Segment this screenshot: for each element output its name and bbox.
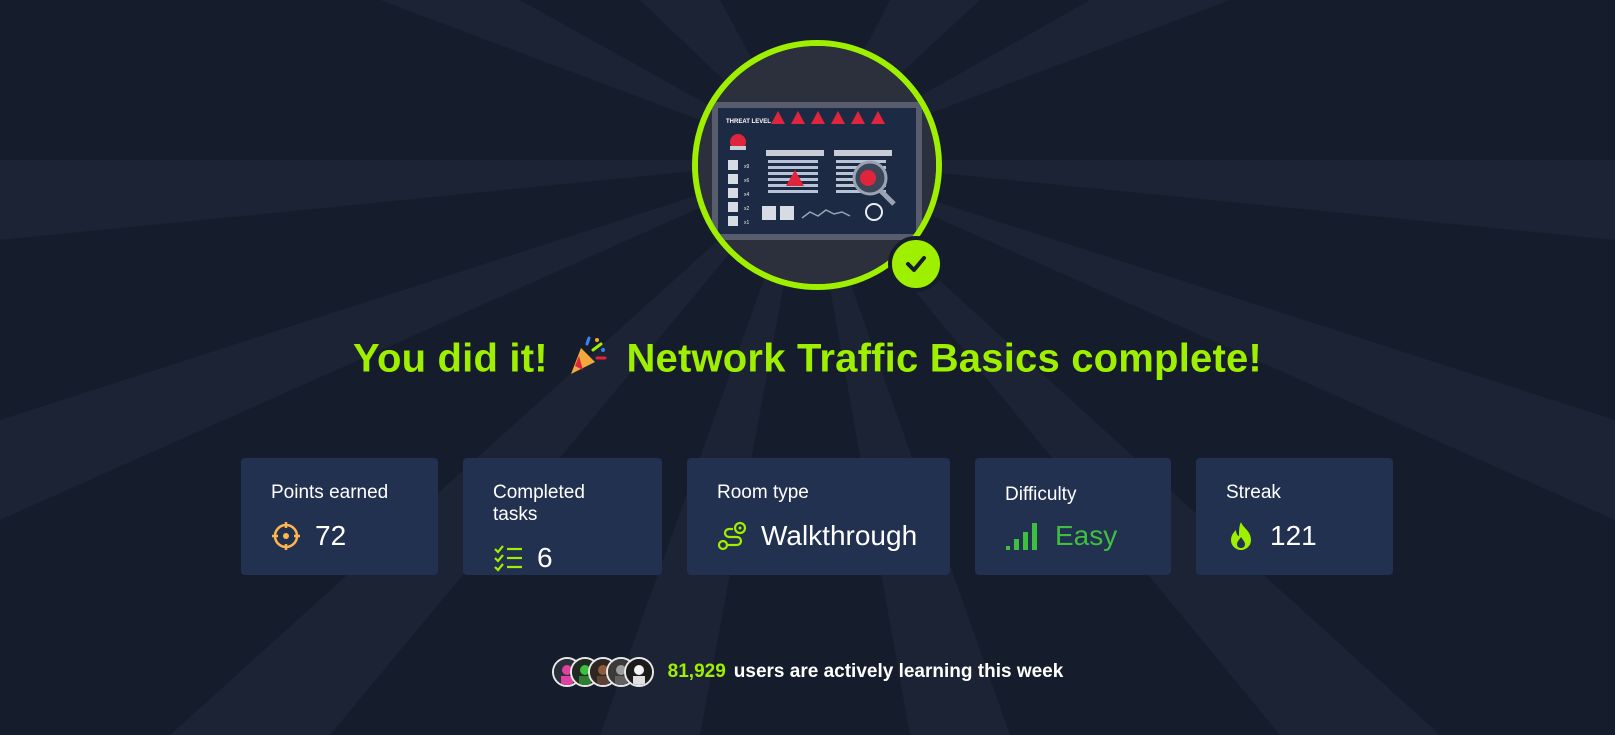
- avatar-stack: [551, 657, 654, 687]
- signal-bars-icon: [1005, 521, 1041, 551]
- stat-card-room-type: Room type Walkthrough: [687, 458, 950, 575]
- avatar: [623, 657, 654, 687]
- route-icon: [717, 521, 747, 551]
- stat-card-streak: Streak 121: [1196, 458, 1393, 575]
- svg-text:x2: x2: [744, 206, 750, 212]
- svg-text:x6: x6: [744, 178, 750, 184]
- check-icon: [888, 236, 944, 292]
- flame-icon: [1226, 521, 1256, 551]
- stat-value: Walkthrough: [761, 520, 918, 551]
- stats-row: Points earned 72 Completed tasks 6 Room …: [0, 458, 1615, 576]
- svg-text:x1: x1: [744, 220, 750, 226]
- svg-text:THREAT LEVEL: THREAT LEVEL: [726, 119, 771, 125]
- stat-value: 72: [315, 520, 347, 551]
- stat-value: 6: [537, 542, 553, 573]
- learner-count: 81,929: [667, 661, 726, 682]
- headline-prefix: You did it!: [353, 336, 548, 381]
- stat-card-tasks: Completed tasks 6: [463, 458, 662, 575]
- checklist-icon: [493, 543, 523, 573]
- completion-headline: You did it! Network Traffic Basics compl…: [0, 336, 1615, 386]
- svg-text:x4: x4: [744, 192, 750, 198]
- learner-text: users are actively learning this week: [733, 661, 1064, 682]
- stat-label: Completed tasks: [493, 482, 585, 525]
- party-popper-icon: [567, 336, 607, 386]
- stat-label: Room type: [717, 482, 809, 503]
- headline-suffix: Network Traffic Basics complete!: [626, 336, 1262, 381]
- stat-value: 121: [1270, 520, 1317, 551]
- room-badge: THREAT LEVEL x9 x6 x4 x2 x1: [692, 40, 944, 292]
- stat-label: Points earned: [271, 482, 389, 503]
- target-icon: [271, 521, 301, 551]
- svg-text:x9: x9: [744, 164, 750, 170]
- stat-label: Difficulty: [1005, 484, 1077, 505]
- active-learners: 81,929 users are actively learning this …: [0, 654, 1615, 690]
- stat-card-difficulty: Difficulty Easy: [975, 458, 1171, 575]
- stat-card-points: Points earned 72: [241, 458, 438, 575]
- stat-value: Easy: [1055, 520, 1118, 551]
- stat-label: Streak: [1226, 482, 1281, 503]
